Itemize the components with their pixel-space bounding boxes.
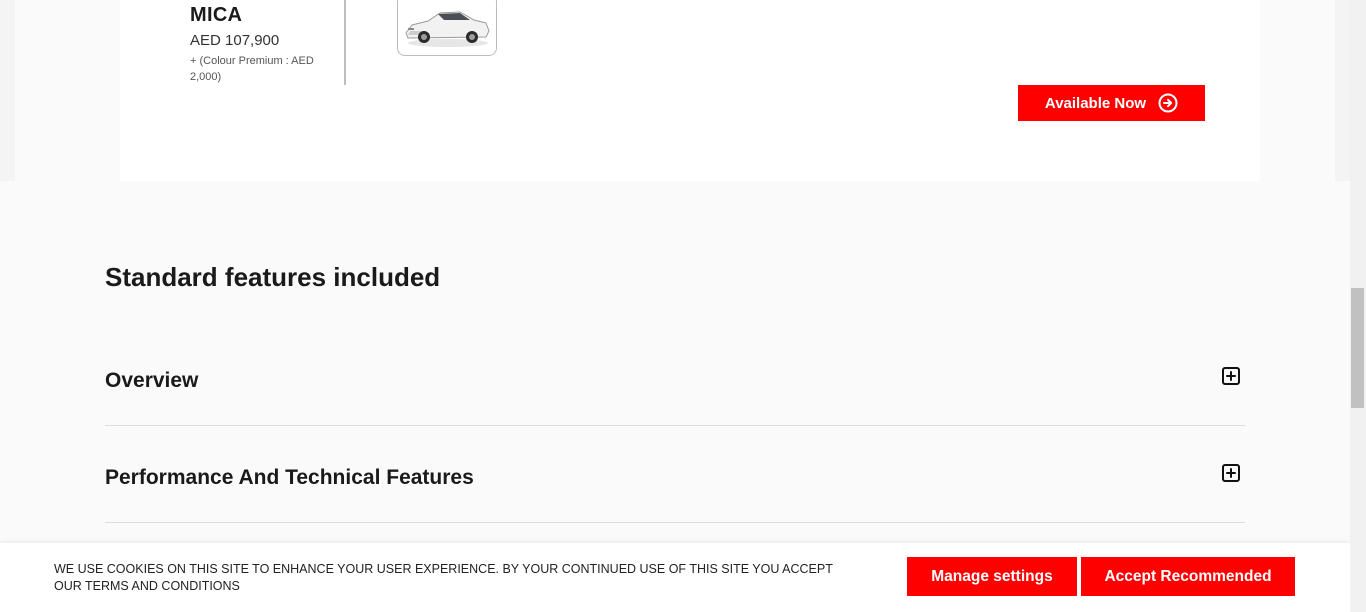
- arrow-right-circle-icon: [1158, 93, 1178, 113]
- car-thumbnail[interactable]: [397, 0, 497, 56]
- manage-settings-button[interactable]: Manage settings: [907, 557, 1077, 596]
- available-now-label: Available Now: [1044, 94, 1147, 112]
- cookie-text: WE USE COOKIES ON THIS SITE TO ENHANCE Y…: [54, 562, 833, 593]
- accordion-label: Overview: [105, 369, 199, 392]
- accordion-label: Performance And Technical Features: [105, 466, 474, 489]
- section-title: Standard features included: [105, 262, 441, 292]
- cookie-banner: WE USE COOKIES ON THIS SITE TO ENHANCE Y…: [0, 543, 1350, 612]
- car-image: [405, 11, 490, 47]
- color-price: AED 107,900: [190, 32, 280, 49]
- vertical-divider: [344, 0, 346, 85]
- scrollbar-thumb[interactable]: [1351, 288, 1364, 408]
- colour-premium-note: + (Colour Premium : AED 2,000): [190, 55, 314, 83]
- plus-square-icon[interactable]: [1222, 367, 1240, 385]
- accept-recommended-button[interactable]: Accept Recommended: [1081, 557, 1295, 596]
- accordion-performance[interactable]: Performance And Technical Features: [105, 426, 1245, 523]
- accordion-overview[interactable]: Overview: [105, 329, 1245, 426]
- available-now-button[interactable]: Available Now: [1018, 85, 1205, 121]
- page: MICA AED 107,900 + (Colour Premium : AED…: [0, 0, 1350, 612]
- variant-band: MICA AED 107,900 + (Colour Premium : AED…: [0, 0, 1350, 181]
- variant-card: MICA AED 107,900 + (Colour Premium : AED…: [120, 0, 1260, 181]
- plus-square-icon[interactable]: [1222, 464, 1240, 482]
- color-name: MICA: [190, 4, 243, 26]
